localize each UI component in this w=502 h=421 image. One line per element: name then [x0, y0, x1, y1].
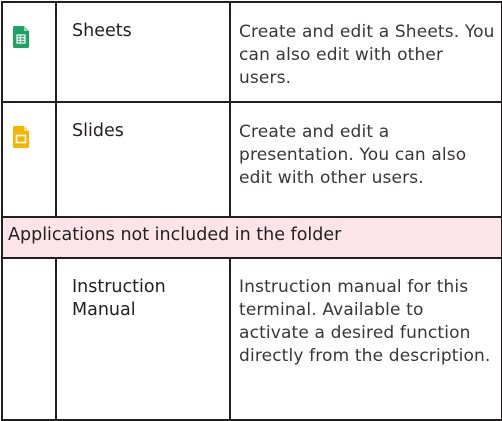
google-slides-icon	[13, 126, 29, 148]
google-sheets-icon	[13, 26, 29, 48]
app-description-cell: Create and edit a Sheets. You can also e…	[229, 1, 502, 103]
section-header-row: Applications not included in the folder	[1, 216, 502, 259]
applications-table: Sheets Create and edit a Sheets. You can…	[1, 1, 502, 421]
table-row-instruction-manual: Instruction Manual Instruction manual fo…	[1, 257, 502, 421]
section-label: Applications not included in the folder	[8, 225, 342, 245]
app-name: Sheets	[72, 21, 132, 41]
app-description-cell: Create and edit a presentation. You can …	[229, 101, 502, 218]
icon-cell	[1, 101, 57, 218]
app-description-cell: Instruction manual for this terminal. Av…	[229, 257, 502, 421]
app-description: Instruction manual for this terminal. Av…	[239, 277, 491, 366]
app-description: Create and edit a presentation. You can …	[239, 122, 467, 188]
table-row-sheets: Sheets Create and edit a Sheets. You can…	[1, 1, 502, 103]
table-row-slides: Slides Create and edit a presentation. Y…	[1, 101, 502, 218]
app-name-cell: Sheets	[55, 1, 231, 103]
section-header-cell: Applications not included in the folder	[1, 216, 502, 259]
icon-cell-empty	[1, 257, 57, 421]
app-name: Instruction Manual	[72, 277, 166, 320]
app-name-cell: Slides	[55, 101, 231, 218]
app-name: Slides	[72, 121, 124, 141]
app-description: Create and edit a Sheets. You can also e…	[239, 22, 495, 88]
app-name-cell: Instruction Manual	[55, 257, 231, 421]
icon-cell	[1, 1, 57, 103]
